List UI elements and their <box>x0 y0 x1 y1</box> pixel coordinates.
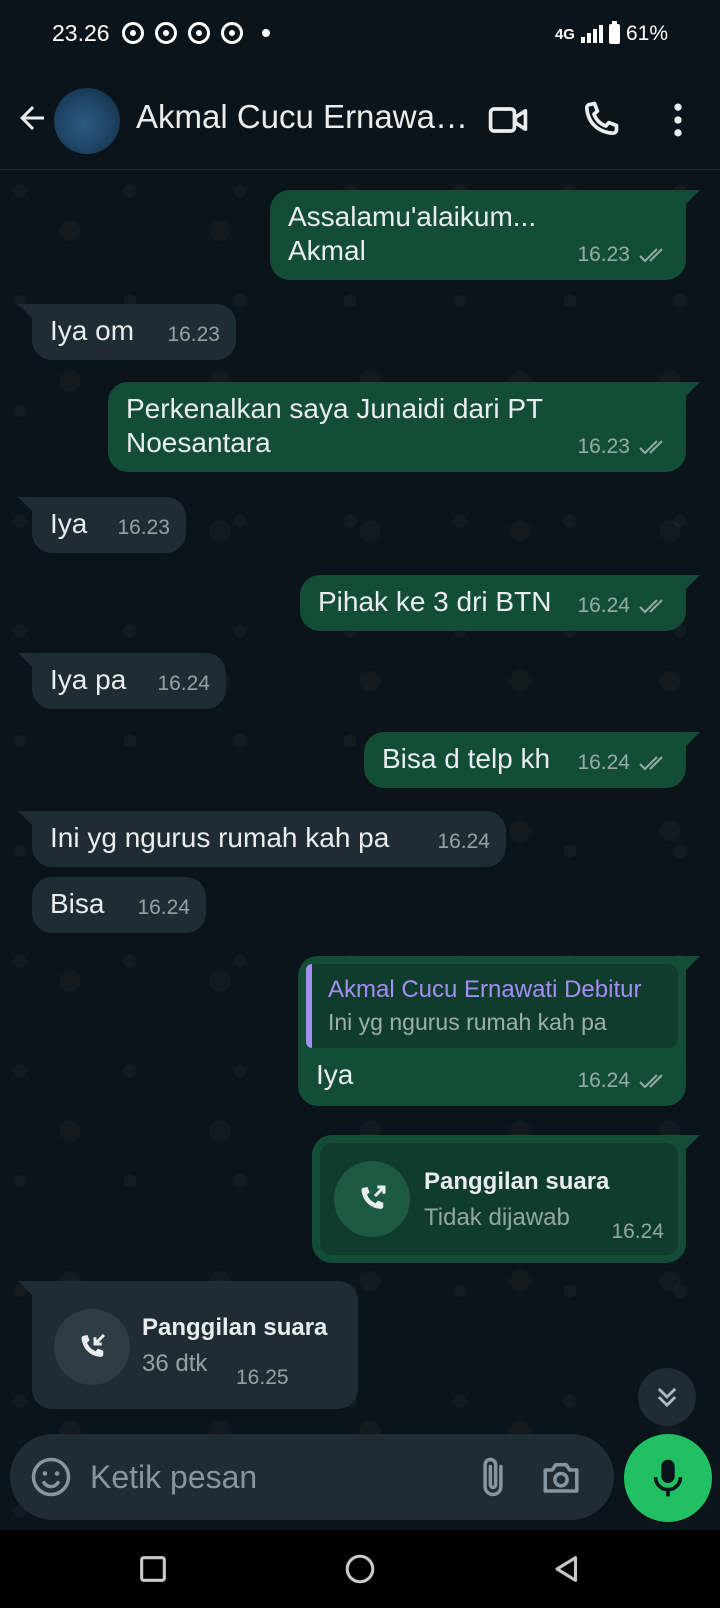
read-receipt-icon <box>639 440 663 455</box>
outgoing-message[interactable]: Perkenalkan saya Junaidi dari PT Noesant… <box>108 382 700 472</box>
camera-icon[interactable] <box>538 1456 584 1498</box>
incoming-message[interactable]: Ini yg ngurus rumah kah pa 16.24 <box>18 811 506 867</box>
message-composer <box>10 1434 614 1520</box>
chrome-icon <box>221 22 243 44</box>
call-title: Panggilan suara <box>142 1314 328 1341</box>
outgoing-reply-message[interactable]: Akmal Cucu Ernawati Debitur Ini yg nguru… <box>298 956 700 1106</box>
chrome-icon <box>188 22 210 44</box>
message-meta: 16.24 <box>577 589 670 623</box>
outgoing-call-icon <box>361 1185 386 1209</box>
attachment-icon[interactable] <box>472 1456 514 1498</box>
call-duration: 36 dtk <box>142 1350 208 1377</box>
scroll-to-bottom-button[interactable] <box>638 1368 696 1426</box>
avatar[interactable] <box>54 88 120 154</box>
battery-icon <box>608 21 620 44</box>
chat-header: Akmal Cucu Ernawa… <box>0 70 720 170</box>
message-time: 16.24 <box>137 896 190 919</box>
call-card: Panggilan suara Tidak dijawab 16.24 <box>320 1143 678 1255</box>
read-receipt-icon <box>639 1074 663 1089</box>
message-time: 16.23 <box>577 435 630 458</box>
message-time: 16.24 <box>157 672 210 695</box>
call-status: Tidak dijawab <box>424 1204 570 1231</box>
call-log-message[interactable]: Panggilan suara 36 dtk 16.25 <box>18 1281 358 1409</box>
read-receipt-icon <box>639 248 663 263</box>
emoji-icon[interactable] <box>30 1456 72 1498</box>
back-icon[interactable] <box>550 1552 584 1586</box>
contact-name[interactable]: Akmal Cucu Ernawa… <box>136 98 466 136</box>
outgoing-message[interactable]: Bisa d telp kh 16.24 <box>364 732 700 788</box>
message-time: 16.23 <box>167 323 220 346</box>
message-list[interactable]: Assalamu'alaikum... Akmal 16.23 Iya om 1… <box>0 171 720 1529</box>
incoming-message[interactable]: Iya om 16.23 <box>18 304 236 360</box>
message-meta: 16.23 <box>167 318 220 352</box>
message-meta: 16.23 <box>577 238 670 272</box>
message-time: 16.23 <box>117 516 170 539</box>
incoming-message[interactable]: Iya 16.23 <box>18 497 186 553</box>
message-time: 16.24 <box>437 830 490 853</box>
call-icon-circle <box>334 1161 410 1237</box>
quoted-sender: Akmal Cucu Ernawati Debitur <box>328 976 642 1003</box>
message-text: Ini yg ngurus rumah kah pa <box>50 822 390 853</box>
read-receipt-icon <box>639 756 663 771</box>
message-meta: 16.23 <box>117 511 170 545</box>
call-icon-circle <box>54 1309 130 1385</box>
incoming-message[interactable]: Iya pa 16.24 <box>18 653 226 709</box>
message-time: 16.23 <box>577 243 630 266</box>
message-input[interactable] <box>90 1454 450 1500</box>
voice-record-button[interactable] <box>624 1434 712 1522</box>
microphone-icon <box>653 1459 683 1497</box>
message-time: 16.24 <box>577 751 630 774</box>
home-icon[interactable] <box>343 1552 377 1586</box>
message-meta: 16.24 <box>157 667 210 701</box>
more-options-icon[interactable] <box>656 98 700 142</box>
incoming-call-icon <box>81 1333 106 1357</box>
message-time: 16.24 <box>577 1069 630 1092</box>
battery-level: 61% <box>625 22 668 45</box>
message-meta: 16.24 <box>437 825 490 859</box>
status-time: 23.26 <box>52 20 110 46</box>
call-time: 16.25 <box>236 1366 289 1389</box>
outgoing-message[interactable]: Assalamu'alaikum... Akmal 16.23 <box>270 190 700 280</box>
phone-icon[interactable] <box>578 98 622 142</box>
incoming-message[interactable]: Bisa 16.24 <box>32 877 206 933</box>
system-navigation-bar <box>0 1530 720 1608</box>
call-log-message[interactable]: Panggilan suara Tidak dijawab 16.24 <box>312 1135 700 1263</box>
call-card: Panggilan suara 36 dtk 16.25 <box>40 1289 350 1401</box>
network-type: 4G <box>554 25 575 43</box>
notification-icons <box>122 22 270 44</box>
read-receipt-icon <box>639 599 663 614</box>
chrome-icon <box>122 22 144 44</box>
quoted-message[interactable]: Akmal Cucu Ernawati Debitur Ini yg nguru… <box>306 964 678 1048</box>
call-title: Panggilan suara <box>424 1168 610 1195</box>
back-arrow-icon[interactable] <box>14 100 50 136</box>
video-call-icon[interactable] <box>486 98 530 142</box>
status-bar: 23.26 4G 61% <box>0 0 720 70</box>
quoted-text: Ini yg ngurus rumah kah pa <box>328 1009 607 1035</box>
message-meta: 16.24 <box>577 746 670 780</box>
message-meta: 16.24 <box>137 891 190 925</box>
message-text: Perkenalkan saya Junaidi dari PT Noesant… <box>126 393 543 458</box>
chrome-icon <box>155 22 177 44</box>
outgoing-message[interactable]: Pihak ke 3 dri BTN 16.24 <box>300 575 700 631</box>
status-right: 4G 61% <box>554 21 668 46</box>
signal-icon <box>580 25 603 43</box>
message-time: 16.24 <box>577 594 630 617</box>
call-time: 16.24 <box>611 1220 664 1243</box>
double-chevron-down-icon <box>657 1387 677 1408</box>
recent-apps-icon[interactable] <box>136 1552 170 1586</box>
message-meta: 16.24 <box>577 1064 670 1098</box>
more-notifications-dot-icon <box>262 29 270 37</box>
message-meta: 16.23 <box>577 430 670 464</box>
